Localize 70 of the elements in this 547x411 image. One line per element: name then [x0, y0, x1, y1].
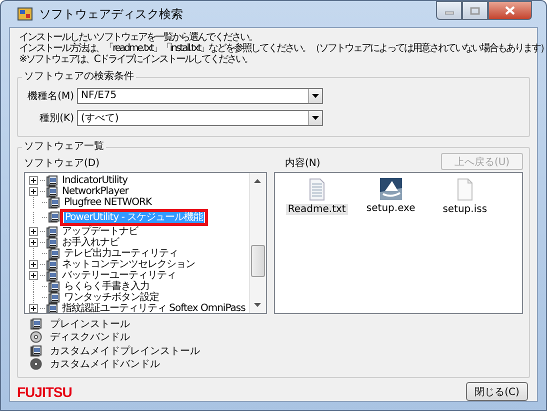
package-icon [46, 186, 58, 198]
expand-icon[interactable] [29, 187, 38, 196]
expand-icon[interactable] [29, 304, 38, 313]
package-icon [46, 236, 58, 248]
package-icon [48, 292, 60, 304]
scrollbar-thumb[interactable] [250, 245, 265, 277]
scrollbar[interactable] [248, 173, 266, 313]
package-icon [48, 280, 60, 292]
dropdown-field[interactable]: NF/E75 [77, 88, 323, 104]
contents-label: 内容(N) [285, 156, 322, 170]
package-icon [48, 196, 60, 208]
field-label: 機種名(M) [26, 90, 75, 102]
window-title: ソフトウェアディスク検索 [39, 6, 184, 22]
package-icon [48, 248, 60, 260]
tree-item[interactable]: 指紋認証ユーティリティ Softex OmniPass [61, 303, 246, 313]
expand-icon[interactable] [29, 271, 38, 280]
file-name[interactable]: setup.exe [364, 203, 418, 214]
expand-icon[interactable] [29, 227, 38, 236]
tree-label: ソフトウェア(D) [24, 157, 101, 170]
dropdown-arrow-icon [312, 116, 319, 120]
disc-icon [30, 358, 42, 370]
file-name[interactable]: setup.iss [440, 204, 490, 215]
legend-label: ディスクバンドル [50, 331, 130, 344]
blank-file-icon [456, 178, 474, 201]
dropdown-arrow-icon [312, 94, 319, 98]
dropdown-field[interactable]: (すべて) [77, 110, 323, 126]
field-label: 種別(K) [38, 112, 75, 124]
close-dialog-button[interactable]: 閉じる(C) [466, 382, 528, 401]
package-icon [46, 258, 58, 270]
package-icon [46, 174, 58, 186]
maximize-icon [470, 6, 480, 14]
app-icon [17, 6, 33, 22]
package-icon [46, 270, 58, 282]
scroll-up-icon [254, 179, 261, 183]
expand-icon[interactable] [29, 176, 38, 185]
instruction-text: インストール方法は、「readme.txt」「install.txt」などを参照してください。（ソフトウェアによっては用意されていない場合もあります） [19, 43, 547, 54]
text-file-icon [308, 178, 326, 201]
instruction-text: ※ソフトウェアは、Cドライブにインストールしてください。 [19, 54, 252, 65]
legend-label: プレインストール [50, 318, 130, 331]
group-title: ソフトウェアの検索条件 [22, 71, 136, 83]
close-button[interactable] [488, 1, 532, 20]
package-icon [46, 302, 58, 313]
instruction-text: インストールしたいソフトウェアを一覧から選んでください。 [19, 32, 257, 43]
package-icon [46, 226, 58, 238]
disc-icon [30, 331, 42, 344]
tree-item[interactable]: Plugfree NETWORK [63, 197, 153, 208]
group-title: ソフトウェア一覧 [22, 141, 106, 153]
tree-item[interactable]: ワンタッチボタン設定 [63, 292, 160, 303]
tree-item[interactable]: らくらく手書き入力 [63, 281, 150, 292]
expand-icon[interactable] [29, 260, 38, 269]
tree-item[interactable]: お手入れナビ [61, 237, 120, 248]
minimize-button[interactable] [436, 1, 462, 20]
tree-item[interactable]: バッテリーユーティリティ [61, 270, 177, 281]
brand-logo: FUJITSU [17, 384, 72, 400]
package-icon [48, 211, 60, 223]
legend-label: カスタムメイドプレインストール [50, 344, 200, 358]
legend-label: カスタムメイドバンドル [50, 358, 160, 372]
tree-item[interactable]: テレビ出力ユーティリティ [63, 248, 179, 259]
expand-icon[interactable] [29, 238, 38, 247]
package-icon [30, 318, 42, 330]
scroll-down-icon [254, 303, 261, 307]
tree-item[interactable]: NetworkPlayer [61, 186, 130, 197]
program-icon [380, 178, 402, 200]
maximize-button[interactable] [462, 1, 488, 20]
tree-item[interactable]: ネットコンテンツセレクション [61, 259, 196, 270]
tree-item[interactable]: IndicatorUtility [61, 175, 129, 186]
tree-item[interactable]: アップデートナビ [61, 226, 139, 237]
file-name[interactable]: Readme.txt [286, 204, 348, 215]
close-icon [505, 6, 515, 15]
package-icon [30, 344, 42, 357]
